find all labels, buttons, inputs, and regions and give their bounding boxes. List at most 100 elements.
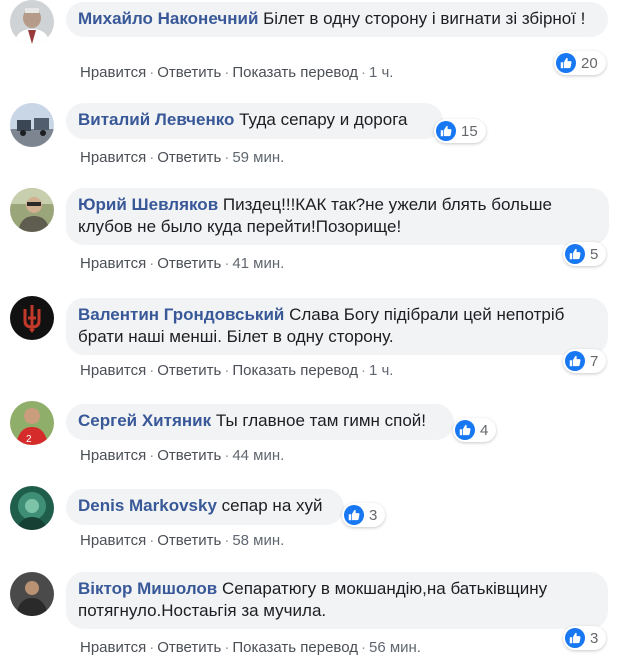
like-icon (565, 351, 585, 371)
separator: · (360, 639, 366, 656)
avatar-photo-icon: 2 (10, 401, 54, 445)
avatar[interactable] (10, 572, 54, 616)
comment-bubble: Denis Markovsky сепар на хуй (66, 489, 344, 525)
comment-text: сепар на хуй (221, 496, 323, 515)
comment-bubble: Віктор Мишолов Сепаратюгу в мокшандію,на… (66, 572, 608, 629)
like-icon (455, 420, 475, 440)
reactions-count[interactable]: 5 (563, 242, 607, 266)
avatar[interactable] (10, 188, 54, 232)
avatar[interactable] (10, 103, 54, 147)
comment-time[interactable]: 1 ч. (369, 64, 394, 81)
comment-time[interactable]: 56 мин. (369, 639, 421, 656)
reaction-count: 3 (590, 629, 599, 647)
comment-author[interactable]: Виталий Левченко (78, 110, 234, 129)
like-link[interactable]: Нравится (80, 447, 146, 464)
reaction-count: 5 (590, 245, 599, 263)
comment-time[interactable]: 44 мин. (232, 447, 284, 464)
comment-time[interactable]: 58 мин. (232, 532, 284, 549)
comment-author[interactable]: Юрий Шевляков (78, 195, 218, 214)
reaction-count: 7 (590, 352, 599, 370)
reply-link[interactable]: Ответить (157, 255, 221, 272)
reply-link[interactable]: Ответить (157, 639, 221, 656)
separator: · (224, 639, 230, 656)
separator: · (149, 255, 155, 272)
like-link[interactable]: Нравится (80, 639, 146, 656)
like-link[interactable]: Нравится (80, 532, 146, 549)
separator: · (224, 447, 230, 464)
reply-link[interactable]: Ответить (157, 447, 221, 464)
like-link[interactable]: Нравится (80, 255, 146, 272)
separator: · (224, 149, 230, 166)
comment-text: Білет в одну сторону і вигнати зі збірно… (263, 9, 586, 28)
comment-time[interactable]: 1 ч. (369, 362, 394, 379)
separator: · (149, 64, 155, 81)
like-link[interactable]: Нравится (80, 362, 146, 379)
translate-link[interactable]: Показать перевод (232, 362, 358, 379)
reactions-count[interactable]: 7 (563, 349, 607, 373)
comment-author[interactable]: Михайло Наконечний (78, 9, 258, 28)
avatar[interactable] (10, 0, 54, 44)
separator: · (224, 532, 230, 549)
separator: · (360, 64, 366, 81)
avatar-photo-icon (10, 188, 54, 232)
separator: · (224, 64, 230, 81)
comment-author[interactable]: Валентин Грондовський (78, 305, 284, 324)
trident-avatar-icon (10, 296, 54, 340)
reaction-count: 15 (461, 122, 478, 140)
reaction-count: 3 (369, 506, 378, 524)
like-icon (436, 121, 456, 141)
like-icon (344, 505, 364, 525)
reactions-count[interactable]: 3 (342, 503, 386, 527)
reply-link[interactable]: Ответить (157, 64, 221, 81)
like-link[interactable]: Нравится (80, 64, 146, 81)
avatar-photo-icon (10, 0, 54, 44)
comment-author[interactable]: Сергей Хитяник (78, 411, 211, 430)
avatar-photo-icon (10, 572, 54, 616)
avatar[interactable] (10, 486, 54, 530)
reactions-count[interactable]: 15 (434, 119, 486, 143)
comment-thread: Михайло Наконечний Білет в одну сторону … (0, 0, 637, 660)
separator: · (149, 532, 155, 549)
comment-bubble: Валентин Грондовський Слава Богу підібра… (66, 298, 608, 355)
comment-text: Туда сепару и дорога (239, 110, 408, 129)
comment-bubble: Сергей Хитяник Ты главное там гимн спой! (66, 404, 454, 440)
comment-actions: Нравится · Ответить · 58 мин. (80, 532, 284, 549)
comment-actions: Нравится · Ответить · 41 мин. (80, 255, 284, 272)
avatar-photo-icon (10, 103, 54, 147)
comment-author[interactable]: Віктор Мишолов (78, 579, 217, 598)
comment-actions: Нравится · Ответить · Показать перевод · 1 ч. (80, 64, 393, 81)
reactions-count[interactable]: 4 (453, 418, 497, 442)
separator: · (224, 255, 230, 272)
comment-actions: Нравится · Ответить · Показать перевод · 1 ч. (80, 362, 393, 379)
comment-time[interactable]: 41 мин. (232, 255, 284, 272)
comment-bubble: Михайло Наконечний Білет в одну сторону … (66, 2, 608, 37)
separator: · (149, 639, 155, 656)
reactions-count[interactable]: 20 (554, 51, 606, 75)
comment-time[interactable]: 59 мин. (232, 149, 284, 166)
reply-link[interactable]: Ответить (157, 149, 221, 166)
translate-link[interactable]: Показать перевод (232, 64, 358, 81)
comment-actions: Нравится · Ответить · 59 мин. (80, 149, 284, 166)
avatar[interactable] (10, 296, 54, 340)
separator: · (149, 362, 155, 379)
like-icon (565, 628, 585, 648)
reaction-count: 4 (480, 421, 489, 439)
separator: · (224, 362, 230, 379)
comment-bubble: Виталий Левченко Туда сепару и дорога (66, 103, 443, 139)
like-icon (565, 244, 585, 264)
reply-link[interactable]: Ответить (157, 362, 221, 379)
avatar[interactable]: 2 (10, 401, 54, 445)
like-icon (556, 53, 576, 73)
comment-text: Ты главное там гимн спой! (215, 411, 426, 430)
separator: · (149, 447, 155, 464)
reply-link[interactable]: Ответить (157, 532, 221, 549)
like-link[interactable]: Нравится (80, 149, 146, 166)
avatar-photo-icon (10, 486, 54, 530)
comment-author[interactable]: Denis Markovsky (78, 496, 217, 515)
reaction-count: 20 (581, 54, 598, 72)
comment-actions: Нравится · Ответить · 44 мин. (80, 447, 284, 464)
separator: · (149, 149, 155, 166)
translate-link[interactable]: Показать перевод (232, 639, 358, 656)
comment-actions: Нравится · Ответить · Показать перевод · 56 ми… (80, 639, 421, 656)
reactions-count[interactable]: 3 (563, 626, 607, 650)
